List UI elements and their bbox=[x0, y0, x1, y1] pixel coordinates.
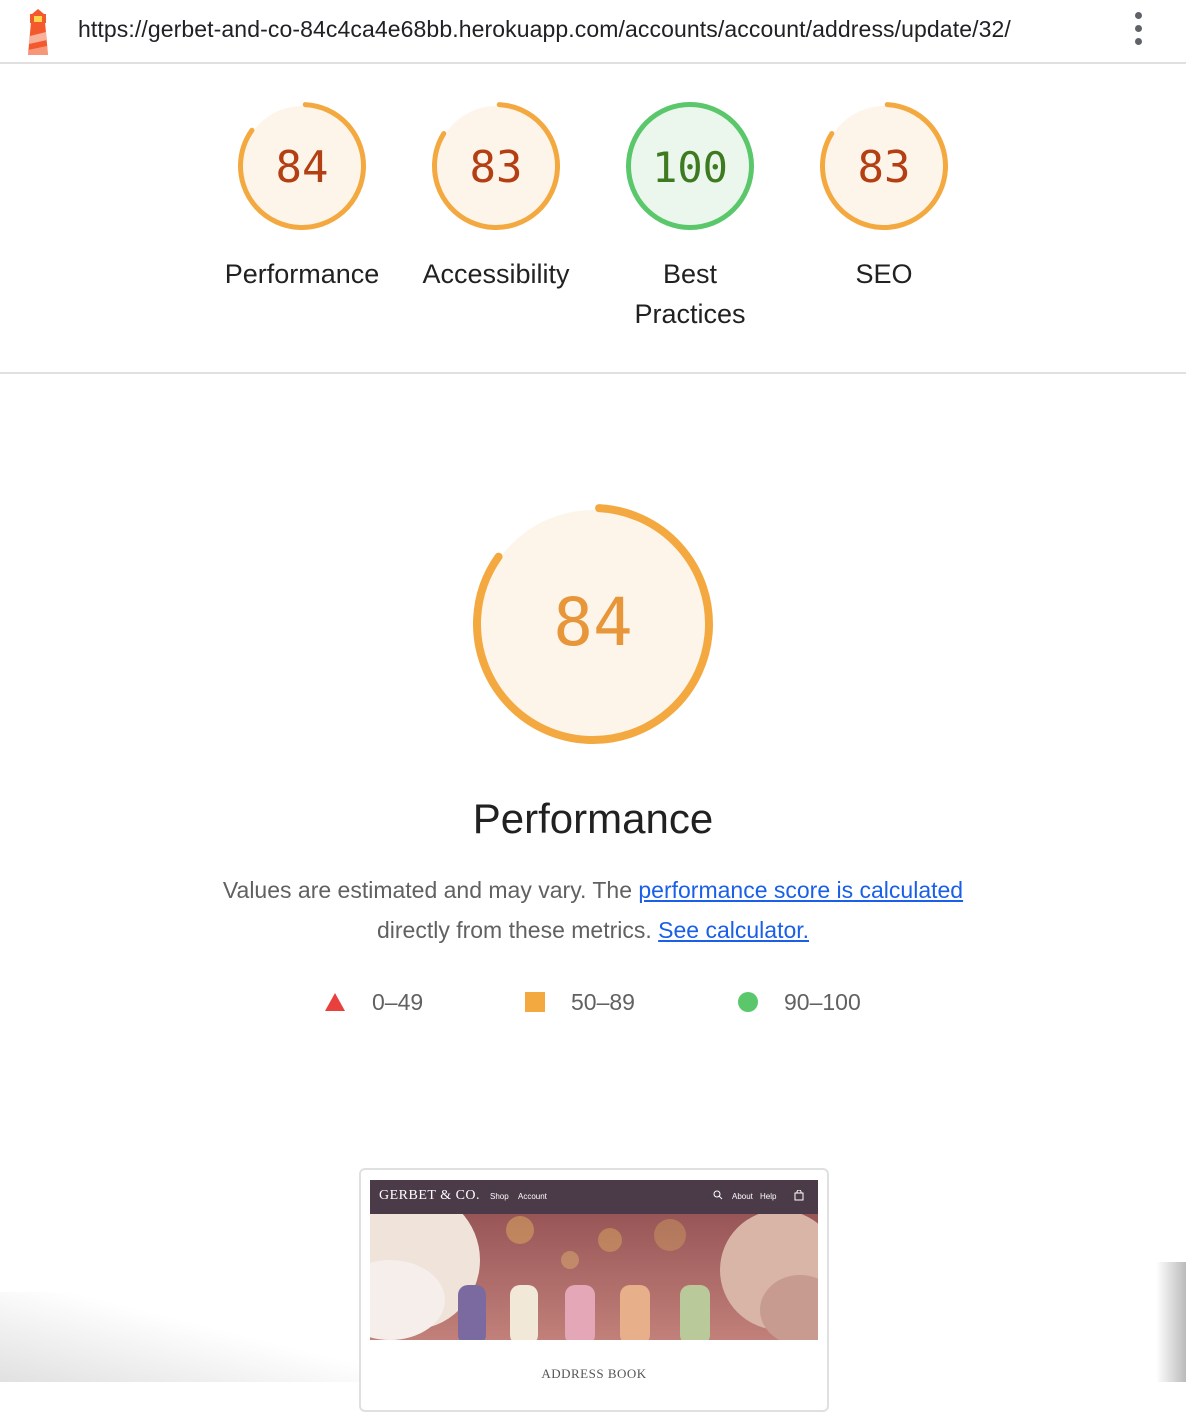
square-average-icon bbox=[525, 992, 545, 1012]
desc-text: Values are estimated and may vary. The bbox=[222, 877, 632, 903]
performance-score-gauge: 84 bbox=[473, 504, 713, 744]
score-value: 83 bbox=[858, 142, 911, 193]
search-icon bbox=[713, 1190, 723, 1200]
legend-range: 50–89 bbox=[571, 988, 635, 1015]
performance-title: Performance bbox=[472, 795, 714, 842]
lighthouse-icon bbox=[28, 9, 48, 55]
score-value: 84 bbox=[276, 142, 329, 193]
score-ring-icon: 83 bbox=[820, 101, 948, 230]
thumbnail-nav-about: About bbox=[732, 1192, 753, 1201]
thumbnail-brand: GERBET & CO. bbox=[379, 1188, 481, 1203]
section-divider bbox=[0, 372, 1186, 374]
desc-text: directly from these metrics. bbox=[376, 917, 652, 943]
gauge-label-line: Practices bbox=[634, 299, 746, 329]
legend-item-average: 50–89 bbox=[525, 984, 635, 1020]
page-url: https://gerbet-and-co-84c4ca4e68bb.herok… bbox=[78, 16, 1011, 42]
circle-pass-icon bbox=[738, 992, 758, 1012]
see-calculator-link[interactable]: See calculator. bbox=[658, 917, 809, 943]
score-legend: 0–49 50–89 90–100 bbox=[0, 984, 1186, 1020]
gauge-label: Performance bbox=[224, 259, 380, 289]
performance-description: Values are estimated and may vary. The p… bbox=[193, 870, 993, 950]
thumbnail-caption: ADDRESS BOOK bbox=[541, 1366, 647, 1381]
legend-range: 0–49 bbox=[372, 988, 424, 1015]
thumbnail-nav-account: Account bbox=[518, 1192, 547, 1201]
score-ring-icon: 100 bbox=[626, 102, 754, 230]
score-ring-icon: 83 bbox=[432, 101, 560, 230]
right-shadow bbox=[1156, 1262, 1186, 1382]
score-value: 83 bbox=[470, 142, 523, 193]
bag-icon bbox=[794, 1190, 804, 1201]
final-screenshot-thumbnail[interactable]: GERBET & CO. Shop Account About Help ADD… bbox=[359, 1168, 829, 1412]
hero-image: GERBET & CO. Shop Account About Help bbox=[370, 1180, 818, 1340]
thumbnail-navbar: GERBET & CO. Shop Account About Help bbox=[370, 1180, 818, 1214]
thumbnail-nav-help: Help bbox=[760, 1192, 777, 1201]
legend-item-fail: 0–49 bbox=[324, 984, 423, 1020]
performance-score-value: 84 bbox=[553, 584, 632, 661]
report-header: https://gerbet-and-co-84c4ca4e68bb.herok… bbox=[0, 0, 1186, 64]
gauge-label: Best Practices bbox=[590, 254, 790, 334]
score-calculated-link[interactable]: performance score is calculated bbox=[638, 877, 963, 903]
legend-item-pass: 90–100 bbox=[738, 984, 861, 1020]
gauge-best-practices[interactable]: 100 Best Practices bbox=[590, 100, 790, 334]
score-ring-icon: 84 bbox=[238, 101, 366, 230]
gauge-seo[interactable]: 83 SEO bbox=[784, 100, 984, 294]
triangle-fail-icon bbox=[325, 993, 345, 1011]
score-value: 100 bbox=[652, 143, 728, 192]
gauge-performance[interactable]: 84 Performance bbox=[202, 100, 402, 294]
gauge-label: SEO bbox=[855, 259, 913, 289]
thumbnail-nav-shop: Shop bbox=[490, 1192, 509, 1201]
legend-range: 90–100 bbox=[784, 988, 861, 1015]
gauge-label: Accessibility bbox=[422, 259, 570, 289]
gauge-accessibility[interactable]: 83 Accessibility bbox=[396, 100, 596, 294]
gauge-label-line: Best bbox=[662, 259, 718, 289]
kebab-menu-icon[interactable] bbox=[1126, 12, 1150, 52]
bottom-shadow bbox=[0, 1292, 360, 1382]
